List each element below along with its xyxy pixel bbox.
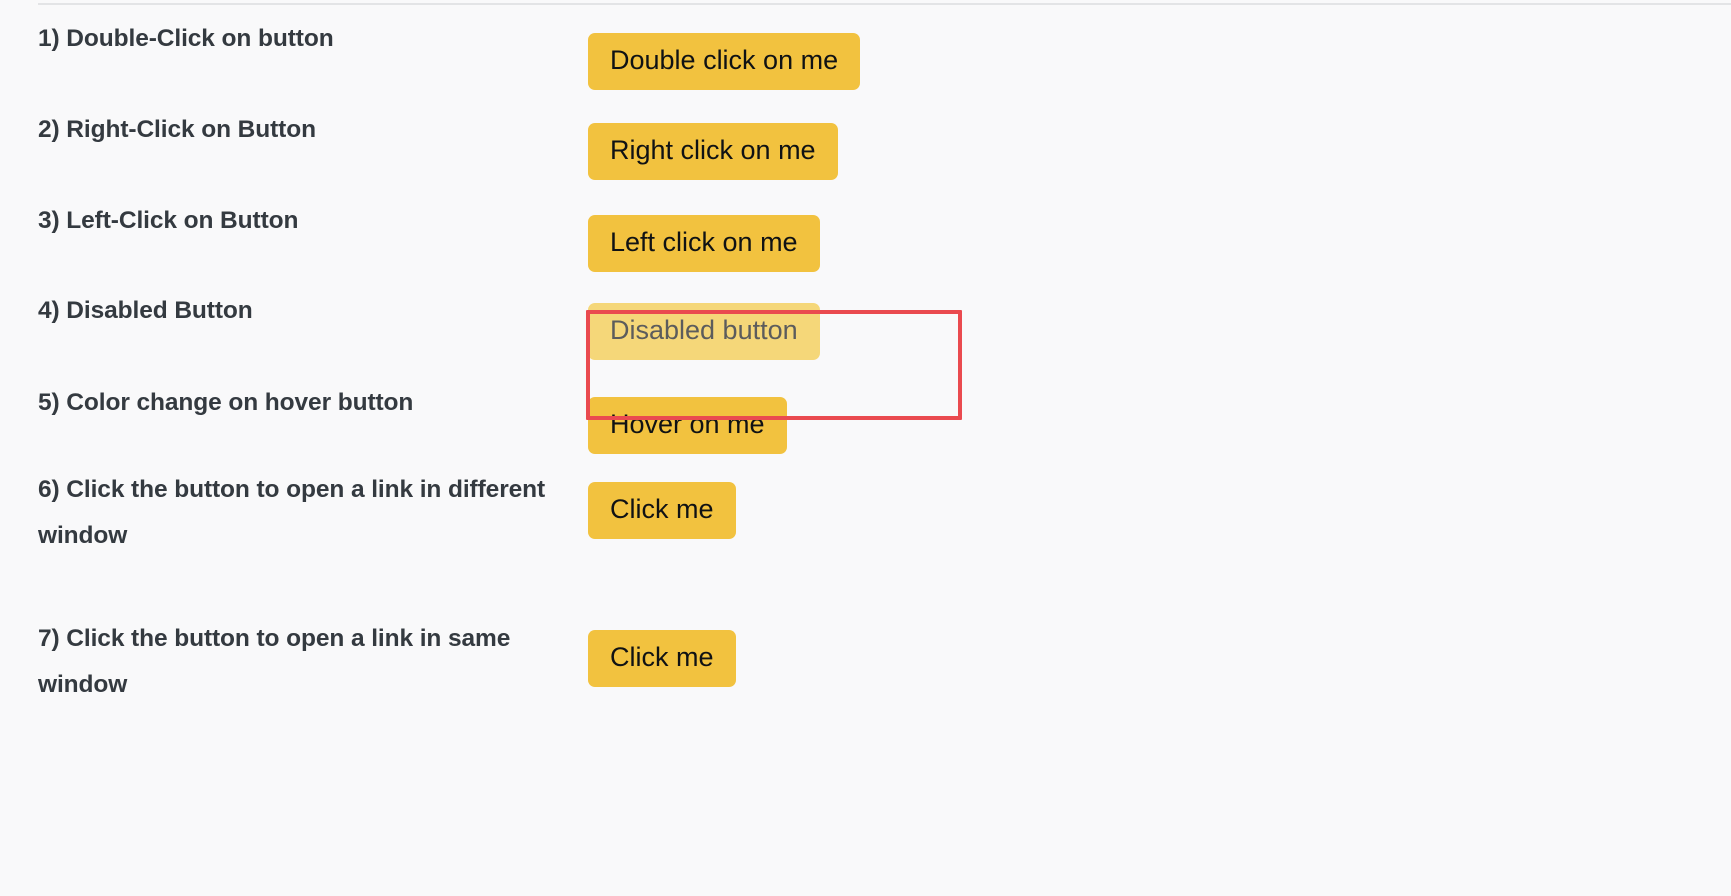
double-click-button[interactable]: Double click on me [588, 33, 861, 90]
exercise-label-hover: 5) Color change on hover button [38, 389, 414, 416]
exercise-row-open-new-window: 6) Click the button to open a link in di… [0, 467, 1731, 616]
exercise-row-disabled: 4) Disabled Button Disabled button [0, 286, 1731, 378]
exercise-action-hover: Hover on me [588, 378, 1731, 454]
exercise-action-disabled: Disabled button [588, 286, 1731, 360]
exercise-label-right-click: 2) Right-Click on Button [38, 116, 316, 143]
open-link-same-window-button[interactable]: Click me [588, 630, 736, 687]
exercise-label-double-click: 1) Double-Click on button [38, 25, 334, 52]
hover-color-change-button[interactable]: Hover on me [588, 397, 787, 454]
buttons-practice-page: 1) Double-Click on button Double click o… [0, 0, 1731, 896]
exercise-label-left-click: 3) Left-Click on Button [38, 207, 299, 234]
exercise-label-open-same-window: 7) Click the button to open a link in sa… [38, 625, 511, 698]
open-link-new-window-button[interactable]: Click me [588, 482, 736, 539]
exercise-action-right-click: Right click on me [588, 105, 1731, 180]
disabled-button: Disabled button [588, 303, 820, 360]
exercise-row-left-click: 3) Left-Click on Button Left click on me [0, 196, 1731, 286]
top-divider [38, 3, 1731, 5]
exercise-action-open-new-window: Click me [588, 467, 1731, 539]
exercise-row-open-same-window: 7) Click the button to open a link in sa… [0, 616, 1731, 756]
right-click-button[interactable]: Right click on me [588, 123, 838, 180]
exercise-row-right-click: 2) Right-Click on Button Right click on … [0, 105, 1731, 196]
exercise-action-double-click: Double click on me [588, 14, 1731, 90]
exercise-label-disabled: 4) Disabled Button [38, 297, 253, 324]
buttons-exercise-list: 1) Double-Click on button Double click o… [0, 14, 1731, 756]
exercise-action-open-same-window: Click me [588, 616, 1731, 687]
exercise-row-double-click: 1) Double-Click on button Double click o… [0, 14, 1731, 105]
exercise-action-left-click: Left click on me [588, 196, 1731, 272]
exercise-label-open-new-window: 6) Click the button to open a link in di… [38, 476, 546, 549]
exercise-row-hover: 5) Color change on hover button Hover on… [0, 378, 1731, 467]
left-click-button[interactable]: Left click on me [588, 215, 820, 272]
